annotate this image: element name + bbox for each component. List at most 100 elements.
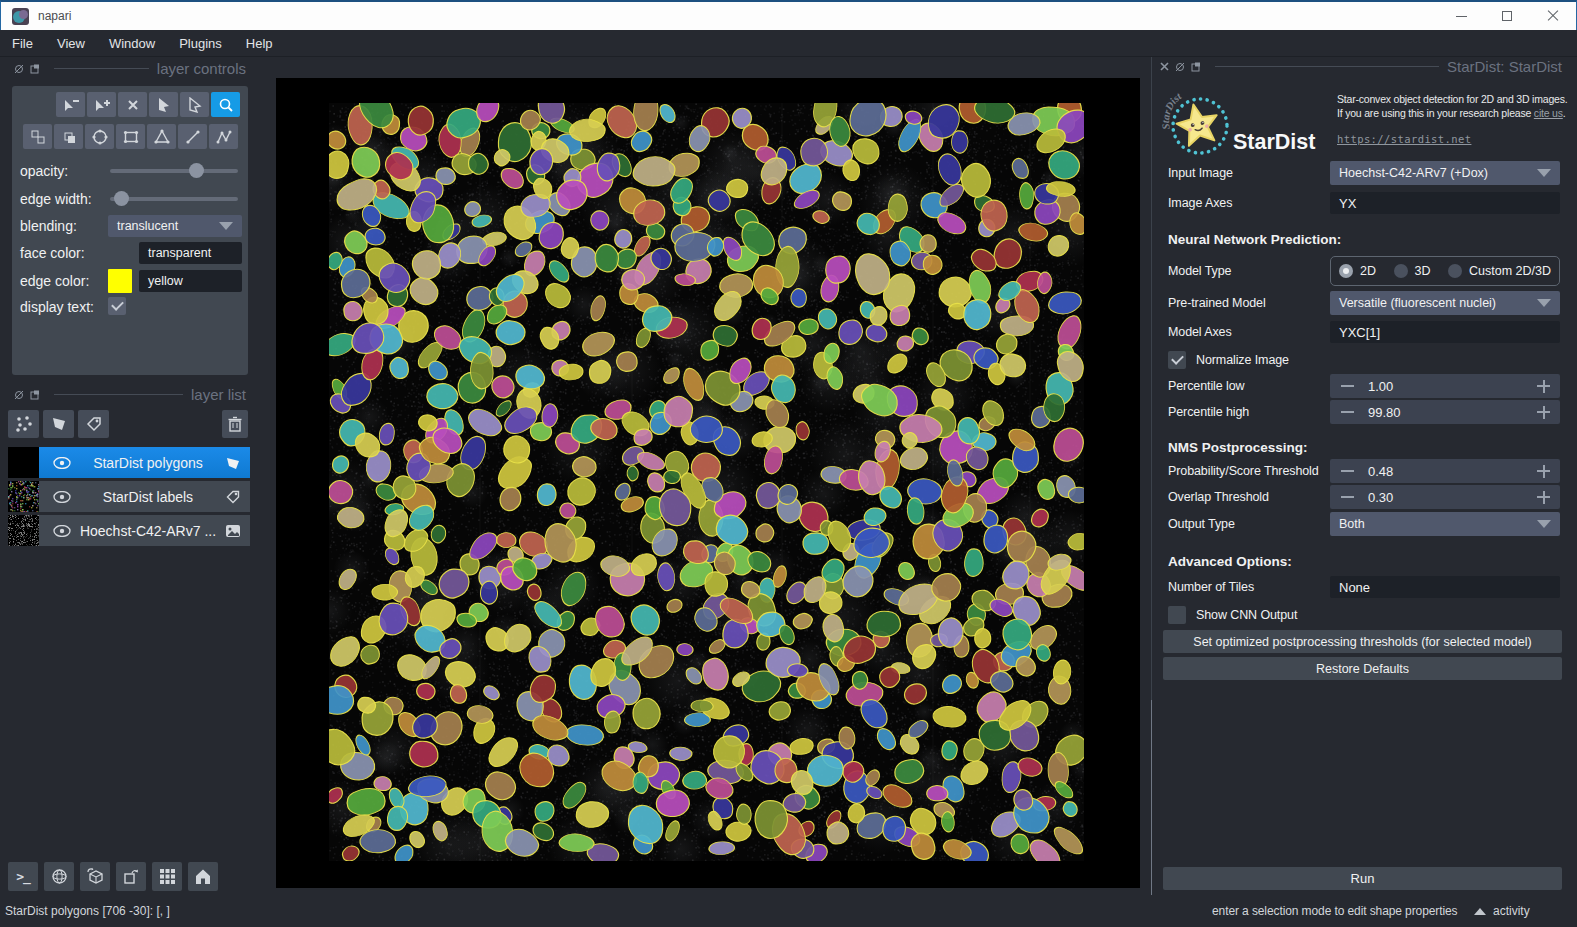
percentile-high-label: Percentile high: [1168, 405, 1330, 419]
cite-us-link[interactable]: cite us: [1534, 107, 1563, 119]
dock-hide-icon[interactable]: [14, 390, 24, 400]
blending-dropdown[interactable]: translucent: [108, 215, 242, 237]
select-shape-tool[interactable]: [149, 92, 178, 117]
menu-bar: File View Window Plugins Help: [0, 30, 1577, 57]
vertex-insert-tool[interactable]: [87, 92, 116, 117]
layer-row-stardist-labels[interactable]: StarDist labels: [8, 481, 250, 512]
radio-3d[interactable]: 3D: [1394, 264, 1431, 278]
number-of-tiles-field[interactable]: None: [1330, 576, 1560, 598]
vertex-remove-tool[interactable]: [56, 92, 85, 117]
path-tool[interactable]: [209, 124, 238, 149]
dock-close-icon[interactable]: [1160, 62, 1169, 71]
new-points-layer-button[interactable]: [8, 410, 39, 438]
spin-plus-icon[interactable]: [1537, 465, 1550, 478]
layer-controls-title: layer controls: [157, 60, 246, 77]
spin-minus-icon[interactable]: [1341, 496, 1354, 498]
percentile-low-spinbox[interactable]: 1.00: [1330, 374, 1560, 398]
dock-float-icon[interactable]: [1191, 62, 1201, 72]
console-button[interactable]: >_: [8, 862, 38, 891]
model-axes-field[interactable]: YXC[1]: [1330, 321, 1560, 343]
new-labels-layer-button[interactable]: [78, 410, 109, 438]
home-button[interactable]: [188, 862, 218, 891]
show-cnn-output-checkbox[interactable]: [1168, 606, 1186, 624]
edge-width-slider[interactable]: [110, 197, 238, 201]
section-neural-network: Neural Network Prediction:: [1168, 232, 1341, 247]
spin-minus-icon[interactable]: [1341, 470, 1354, 472]
run-button[interactable]: Run: [1163, 867, 1562, 890]
stardist-logo: StarDist: [1160, 84, 1236, 160]
dock-float-icon[interactable]: [30, 390, 40, 400]
status-message: enter a selection mode to edit shape pro…: [1212, 904, 1457, 918]
normalize-image-checkbox[interactable]: [1168, 351, 1186, 369]
maximize-button[interactable]: [1484, 2, 1530, 30]
move-front-tool[interactable]: [54, 124, 83, 149]
input-image-dropdown[interactable]: Hoechst-C42-ARv7 (+Dox): [1330, 161, 1560, 185]
stardist-dock-title: StarDist: StarDist: [1447, 58, 1562, 75]
output-type-label: Output Type: [1168, 517, 1330, 531]
output-type-dropdown[interactable]: Both: [1330, 512, 1560, 536]
dock-hide-icon[interactable]: [14, 64, 24, 74]
menu-window[interactable]: Window: [97, 30, 167, 56]
input-image-label: Input Image: [1168, 166, 1330, 180]
menu-view[interactable]: View: [45, 30, 97, 56]
polygon-tool[interactable]: [147, 124, 176, 149]
menu-plugins[interactable]: Plugins: [167, 30, 234, 56]
close-button[interactable]: [1530, 2, 1576, 30]
visibility-eye-icon[interactable]: [53, 491, 71, 503]
activity-toggle[interactable]: activity: [1474, 904, 1530, 918]
percentile-high-spinbox[interactable]: 99.80: [1330, 400, 1560, 424]
menu-file[interactable]: File: [0, 30, 45, 56]
dock-hide-icon[interactable]: [1175, 62, 1185, 72]
visibility-eye-icon[interactable]: [53, 525, 71, 537]
rectangle-tool[interactable]: [116, 124, 145, 149]
ndisplay-button[interactable]: [44, 862, 74, 891]
napari-window: napari File View Window Plugins Help lay…: [0, 0, 1577, 927]
layer-name: StarDist labels: [71, 489, 225, 505]
menu-help[interactable]: Help: [234, 30, 285, 56]
grid-mode-button[interactable]: [152, 862, 182, 891]
transpose-dims-button[interactable]: [116, 862, 146, 891]
delete-layer-button[interactable]: [222, 410, 248, 438]
dock-splitter-handle[interactable]: [1151, 700, 1152, 895]
spin-plus-icon[interactable]: [1537, 406, 1550, 419]
restore-defaults-button[interactable]: Restore Defaults: [1163, 657, 1562, 680]
stardist-website-link[interactable]: https://stardist.net: [1337, 133, 1471, 145]
dock-float-icon[interactable]: [30, 64, 40, 74]
set-optimized-thresholds-button[interactable]: Set optimized postprocessing thresholds …: [1163, 630, 1562, 653]
display-text-checkbox[interactable]: [108, 297, 126, 315]
overlap-threshold-spinbox[interactable]: 0.30: [1330, 485, 1560, 509]
layer-list-header: layer list: [14, 386, 246, 403]
maximize-icon: [1502, 11, 1512, 21]
face-color-field[interactable]: transparent: [139, 242, 242, 264]
dropdown-arrow-icon: [1537, 520, 1551, 528]
delete-shape-tool[interactable]: [118, 92, 147, 117]
zoom-tool[interactable]: [211, 92, 240, 117]
roll-dims-button[interactable]: [80, 862, 110, 891]
visibility-eye-icon[interactable]: [53, 457, 71, 469]
line-tool[interactable]: [178, 124, 207, 149]
edge-color-swatch[interactable]: [108, 269, 132, 293]
spin-plus-icon[interactable]: [1537, 491, 1550, 504]
radio-icon: [1394, 264, 1408, 278]
layer-row-stardist-polygons[interactable]: StarDist polygons: [8, 447, 250, 478]
spin-minus-icon[interactable]: [1341, 411, 1354, 413]
probability-threshold-spinbox[interactable]: 0.48: [1330, 459, 1560, 483]
move-back-tool[interactable]: [23, 124, 52, 149]
shapes-layer-icon: [225, 456, 241, 470]
radio-custom[interactable]: Custom 2D/3D: [1448, 264, 1551, 278]
image-axes-field[interactable]: YX: [1330, 192, 1560, 214]
direct-select-tool[interactable]: [180, 92, 209, 117]
spin-plus-icon[interactable]: [1537, 380, 1550, 393]
spin-minus-icon[interactable]: [1341, 385, 1354, 387]
layer-row-hoechst-image[interactable]: Hoechst-C42-ARv7 ...: [8, 515, 250, 546]
minimize-button[interactable]: [1438, 2, 1484, 30]
edge-color-field[interactable]: yellow: [139, 270, 242, 292]
microscopy-image[interactable]: [329, 103, 1084, 861]
new-shapes-layer-button[interactable]: [43, 410, 74, 438]
opacity-slider[interactable]: [110, 169, 238, 173]
ellipse-tool[interactable]: [85, 124, 114, 149]
stardist-description: Star-convex object detection for 2D and …: [1337, 93, 1567, 120]
probability-threshold-label: Probability/Score Threshold: [1168, 464, 1330, 478]
radio-2d[interactable]: 2D: [1339, 264, 1376, 278]
pretrained-model-dropdown[interactable]: Versatile (fluorescent nuclei): [1330, 291, 1560, 315]
